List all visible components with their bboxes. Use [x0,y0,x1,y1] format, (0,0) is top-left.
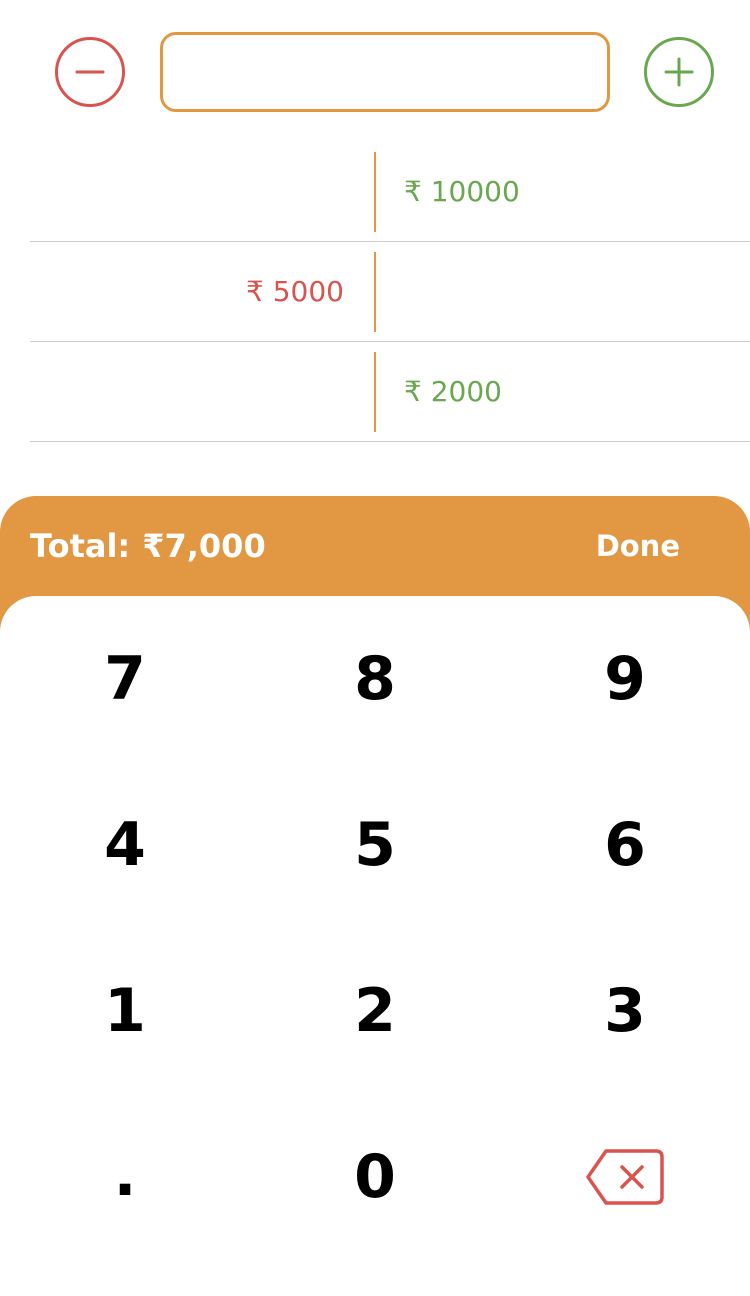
key-label: 1 [104,976,146,1046]
credit-amount: ₹ 2000 [404,375,502,408]
key-label: 4 [104,810,146,880]
key-4[interactable]: 4 [0,762,250,928]
key-label: 2 [354,976,396,1046]
plus-icon [664,57,694,87]
total-value: ₹7,000 [142,527,266,565]
debit-amount: ₹ 5000 [246,275,344,308]
key-6[interactable]: 6 [500,762,750,928]
backspace-icon [586,1149,664,1205]
key-label: . [113,1140,137,1210]
key-label: 9 [604,644,646,714]
total-summary: Total: ₹7,000 [30,496,266,596]
ledger-list: ₹ 10000 ₹ 5000 ₹ 2000 [30,142,750,442]
key-1[interactable]: 1 [0,928,250,1094]
ledger-row[interactable]: ₹ 10000 [30,142,750,242]
key-label: 5 [354,810,396,880]
key-8[interactable]: 8 [250,596,500,762]
add-button[interactable] [644,37,714,107]
key-2[interactable]: 2 [250,928,500,1094]
key-label: 7 [104,644,146,714]
key-label: 6 [604,810,646,880]
key-5[interactable]: 5 [250,762,500,928]
column-divider [374,152,376,232]
key-9[interactable]: 9 [500,596,750,762]
credit-amount: ₹ 10000 [404,175,520,208]
column-divider [374,252,376,332]
amount-input[interactable] [160,32,610,112]
ledger-row[interactable]: ₹ 2000 [30,342,750,442]
key-label: 0 [354,1142,396,1212]
subtract-button[interactable] [55,37,125,107]
key-decimal[interactable]: . [0,1094,250,1260]
numeric-keypad: 7 8 9 4 5 6 1 2 3 . 0 [0,596,750,1296]
key-7[interactable]: 7 [0,596,250,762]
minus-icon [75,70,105,74]
total-label: Total: [30,527,131,565]
key-label: 3 [604,976,646,1046]
done-button[interactable]: Done [596,496,680,596]
backspace-key[interactable] [500,1094,750,1260]
amount-entry-bar [0,0,750,140]
keypad-sheet: Total: ₹7,000 Done 7 8 9 4 5 6 1 2 3 . 0 [0,496,750,1296]
key-0[interactable]: 0 [250,1094,500,1260]
key-3[interactable]: 3 [500,928,750,1094]
column-divider [374,352,376,432]
ledger-row[interactable]: ₹ 5000 [30,242,750,342]
keypad-header: Total: ₹7,000 Done [0,496,750,596]
key-label: 8 [354,644,396,714]
